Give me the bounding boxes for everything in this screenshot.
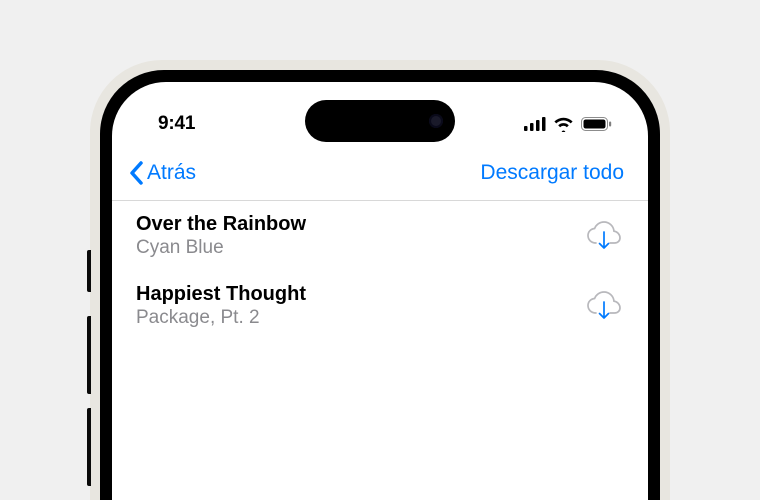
download-button[interactable]: [586, 221, 622, 251]
status-icons: [524, 117, 612, 132]
item-text: Happiest Thought Package, Pt. 2: [136, 283, 306, 329]
item-subtitle: Cyan Blue: [136, 237, 306, 259]
front-camera: [429, 114, 443, 128]
song-list: Over the Rainbow Cyan Blue Happiest Thou…: [112, 201, 648, 341]
download-button[interactable]: [586, 291, 622, 321]
status-time: 9:41: [158, 113, 195, 135]
nav-bar: Atrás Descargar todo: [112, 144, 648, 201]
volume-down-button: [87, 408, 91, 486]
download-all-button[interactable]: Descargar todo: [480, 161, 624, 185]
wifi-icon: [553, 117, 574, 132]
cloud-download-icon: [586, 221, 622, 251]
phone-frame: 9:41: [90, 60, 670, 500]
chevron-left-icon: [128, 160, 145, 186]
item-text: Over the Rainbow Cyan Blue: [136, 213, 306, 259]
list-item: Over the Rainbow Cyan Blue: [112, 201, 648, 271]
phone-bezel: 9:41: [100, 70, 660, 500]
cellular-icon: [524, 117, 546, 131]
screen: 9:41: [112, 82, 648, 500]
item-title: Happiest Thought: [136, 283, 306, 306]
item-subtitle: Package, Pt. 2: [136, 307, 306, 329]
cloud-download-icon: [586, 291, 622, 321]
item-title: Over the Rainbow: [136, 213, 306, 236]
back-label: Atrás: [147, 161, 196, 185]
back-button[interactable]: Atrás: [128, 160, 196, 186]
battery-icon: [581, 117, 612, 131]
volume-up-button: [87, 316, 91, 394]
list-item: Happiest Thought Package, Pt. 2: [112, 271, 648, 341]
dynamic-island: [305, 100, 455, 142]
side-button: [87, 250, 91, 292]
